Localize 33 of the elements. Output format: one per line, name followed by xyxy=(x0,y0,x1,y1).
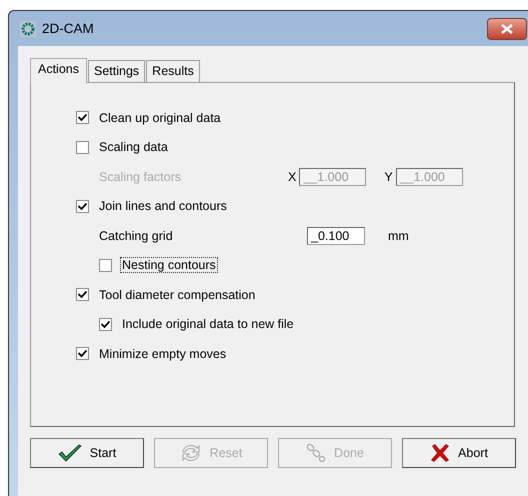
checkbox[interactable] xyxy=(99,258,112,272)
field-label: Catching grid xyxy=(99,228,174,243)
checkbox[interactable] xyxy=(99,318,112,331)
checkbox-label: Clean up original data xyxy=(98,110,222,125)
cross-icon xyxy=(430,443,450,463)
chain-icon xyxy=(306,443,326,463)
gear-icon xyxy=(20,20,36,36)
checkbox[interactable] xyxy=(76,111,89,124)
axis-label: Y xyxy=(384,170,393,184)
axis-label: X xyxy=(288,170,296,184)
close-button[interactable] xyxy=(487,18,527,40)
check-icon xyxy=(58,444,82,462)
action-button[interactable]: Start xyxy=(30,438,144,468)
refresh-icon xyxy=(180,443,202,463)
checkbox[interactable] xyxy=(76,347,89,360)
checkbox[interactable] xyxy=(76,200,89,213)
field-label: Scaling factors xyxy=(99,170,182,184)
unit-label: mm xyxy=(388,228,409,243)
checkbox[interactable] xyxy=(76,140,89,154)
checkbox-label: Nesting contours xyxy=(121,258,217,272)
checkbox-label: Minimize empty moves xyxy=(98,346,228,361)
tab[interactable]: Results xyxy=(146,60,200,82)
close-icon xyxy=(500,24,514,34)
checkbox-label: Tool diameter compensation xyxy=(98,288,256,302)
action-button[interactable]: Abort xyxy=(402,438,516,468)
checkbox-label: Join lines and contours xyxy=(98,199,228,214)
tab[interactable]: Settings xyxy=(88,60,146,82)
checkbox-label: Include original data to new file xyxy=(121,317,295,332)
checkbox-label: Scaling data xyxy=(98,140,169,154)
tab[interactable]: Actions xyxy=(30,58,87,83)
window-title: 2D-CAM xyxy=(42,21,94,36)
checkbox[interactable] xyxy=(76,288,89,302)
input-field[interactable]: _0.100 xyxy=(307,226,365,245)
